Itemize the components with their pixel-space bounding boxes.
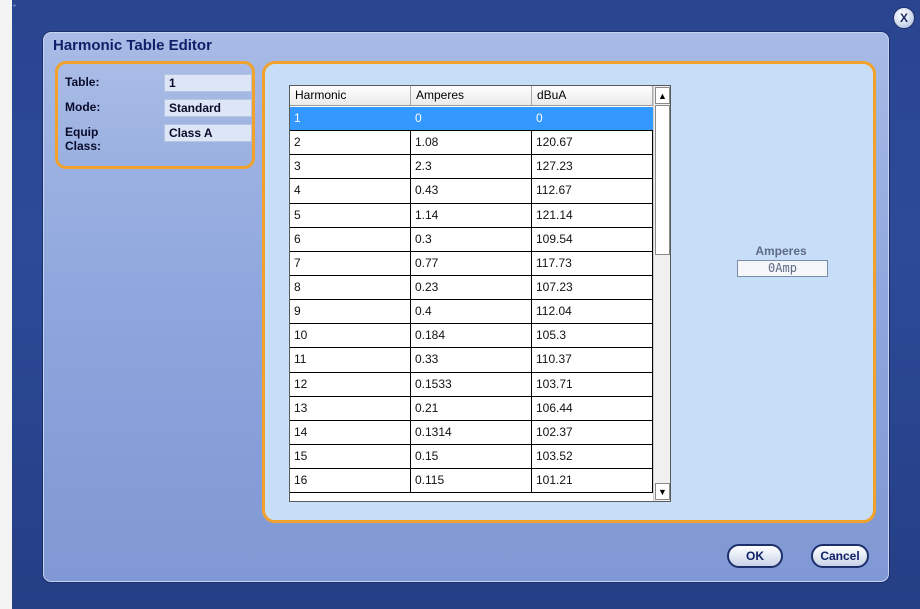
ok-button[interactable]: OK [727,544,783,568]
harmonic-table-editor-dialog: Harmonic Table Editor Table: 1 Mode: Sta… [43,32,889,582]
table-label: Table: [65,75,100,89]
dbua-cell: 112.04 [532,300,653,324]
dbua-cell: 103.52 [532,444,653,469]
harmonic-cell: 14 [290,420,411,444]
harmonic-cell: 7 [290,251,411,275]
scroll-thumb[interactable] [655,105,670,255]
dbua-cell: 110.37 [532,348,653,372]
table-row[interactable]: 16 0.115 101.21 [290,469,653,494]
dbua-cell: 103.71 [532,372,653,396]
harmonic-cell: 2 [290,131,411,155]
dbua-cell: 127.23 [532,155,653,179]
amperes-cell: 0.21 [411,396,532,420]
amperes-cell: 0.77 [411,251,532,275]
dialog-title: Harmonic Table Editor [53,37,212,54]
dbua-cell: 102.37 [532,420,653,444]
grid-scrollbar[interactable]: ▲ ▼ [653,86,670,501]
amperes-cell: 0.115 [411,469,532,493]
amperes-value-field[interactable]: 0Amp [737,260,828,277]
amperes-cell: 0.1533 [411,372,532,396]
amperes-cell: 0.3 [411,227,532,251]
amperes-label: Amperes [755,244,807,258]
mode-value: Standard [164,99,252,117]
column-header-dbua[interactable]: dBuA [532,86,653,105]
table-row[interactable]: 2 1.08 120.67 [290,131,653,156]
scroll-up-icon[interactable]: ▲ [655,87,670,104]
amperes-cell: 0.43 [411,179,532,203]
amperes-cell: 0.4 [411,300,532,324]
amperes-group: Amperes 0Amp [733,244,829,277]
table-row[interactable]: 8 0.23 107.23 [290,275,653,301]
amperes-cell: 1.14 [411,203,532,227]
scroll-down-icon[interactable]: ▼ [655,483,670,500]
cancel-button[interactable]: Cancel [811,544,869,568]
table-row[interactable]: 9 0.4 112.04 [290,300,653,325]
amperes-cell: 0.184 [411,324,532,348]
harmonic-cell: 10 [290,324,411,348]
amperes-cell: 0.1314 [411,420,532,444]
dbua-cell: 109.54 [532,227,653,251]
close-button[interactable]: X [893,7,915,29]
dbua-cell: 117.73 [532,251,653,275]
harmonic-table-panel: Harmonic Amperes dBuA 1 0 0 2 1.08 120.67 3 2.3… [262,61,876,523]
table-row[interactable]: 5 1.14 121.14 [290,203,653,228]
dbua-cell: 120.67 [532,131,653,155]
table-row[interactable]: 100 [290,107,653,132]
amperes-cell: 0.15 [411,444,532,469]
harmonic-cell: 16 [290,469,411,493]
amperes-cell: 0 [411,107,532,131]
dbua-cell: 121.14 [532,203,653,227]
amperes-cell: 1.08 [411,131,532,155]
table-row[interactable]: 12 0.1533 103.71 [290,372,653,397]
harmonic-cell: 15 [290,444,411,469]
table-row[interactable]: 15 0.15 103.52 [290,444,653,470]
table-row[interactable]: 4 0.43 112.67 [290,179,653,204]
table-row[interactable]: 11 0.33 110.37 [290,348,653,373]
table-row[interactable]: 14 0.1314 102.37 [290,420,653,445]
harmonic-cell: 1 [290,107,411,131]
table-row[interactable]: 13 0.21 106.44 [290,396,653,421]
dbua-cell: 101.21 [532,469,653,493]
harmonic-cell: 11 [290,348,411,372]
dbua-cell: 112.67 [532,179,653,203]
table-row[interactable]: 3 2.3 127.23 [290,155,653,180]
amperes-cell: 0.33 [411,348,532,372]
table-row[interactable]: 7 0.77 117.73 [290,251,653,276]
equip-class-label: Equip Class: [65,125,102,153]
harmonic-cell: 6 [290,227,411,251]
harmonic-cell: 3 [290,155,411,179]
column-header-harmonic[interactable]: Harmonic [290,86,411,105]
mode-label: Mode: [65,100,101,114]
harmonic-cell: 9 [290,300,411,324]
amperes-cell: 2.3 [411,155,532,179]
harmonic-cell: 4 [290,179,411,203]
resize-grip-icon: ⁺ [12,2,17,12]
amperes-cell: 0.23 [411,275,532,300]
harmonic-cell: 12 [290,372,411,396]
harmonic-cell: 8 [290,275,411,300]
harmonic-cell: 5 [290,203,411,227]
dbua-cell: 107.23 [532,275,653,300]
grid-header: Harmonic Amperes dBuA [290,86,653,106]
dbua-cell: 105.3 [532,324,653,348]
harmonic-grid[interactable]: Harmonic Amperes dBuA 1 0 0 2 1.08 120.67 3 2.3… [289,85,671,502]
grid-body: 1 0 0 2 1.08 120.67 3 2.3 127.23 4 0.43 112.67 5 1.14… [290,107,653,494]
table-row[interactable]: 6 0.3 109.54 [290,227,653,252]
table-row[interactable]: 10 0.184 105.3 [290,324,653,349]
table-value: 1 [164,74,252,92]
harmonic-cell: 13 [290,396,411,420]
table-info-panel: Table: 1 Mode: Standard Equip Class: Cla… [55,61,255,169]
dbua-cell: 0 [532,107,653,131]
dbua-cell: 106.44 [532,396,653,420]
equip-class-value: Class A [164,124,252,142]
column-header-amperes[interactable]: Amperes [411,86,532,105]
